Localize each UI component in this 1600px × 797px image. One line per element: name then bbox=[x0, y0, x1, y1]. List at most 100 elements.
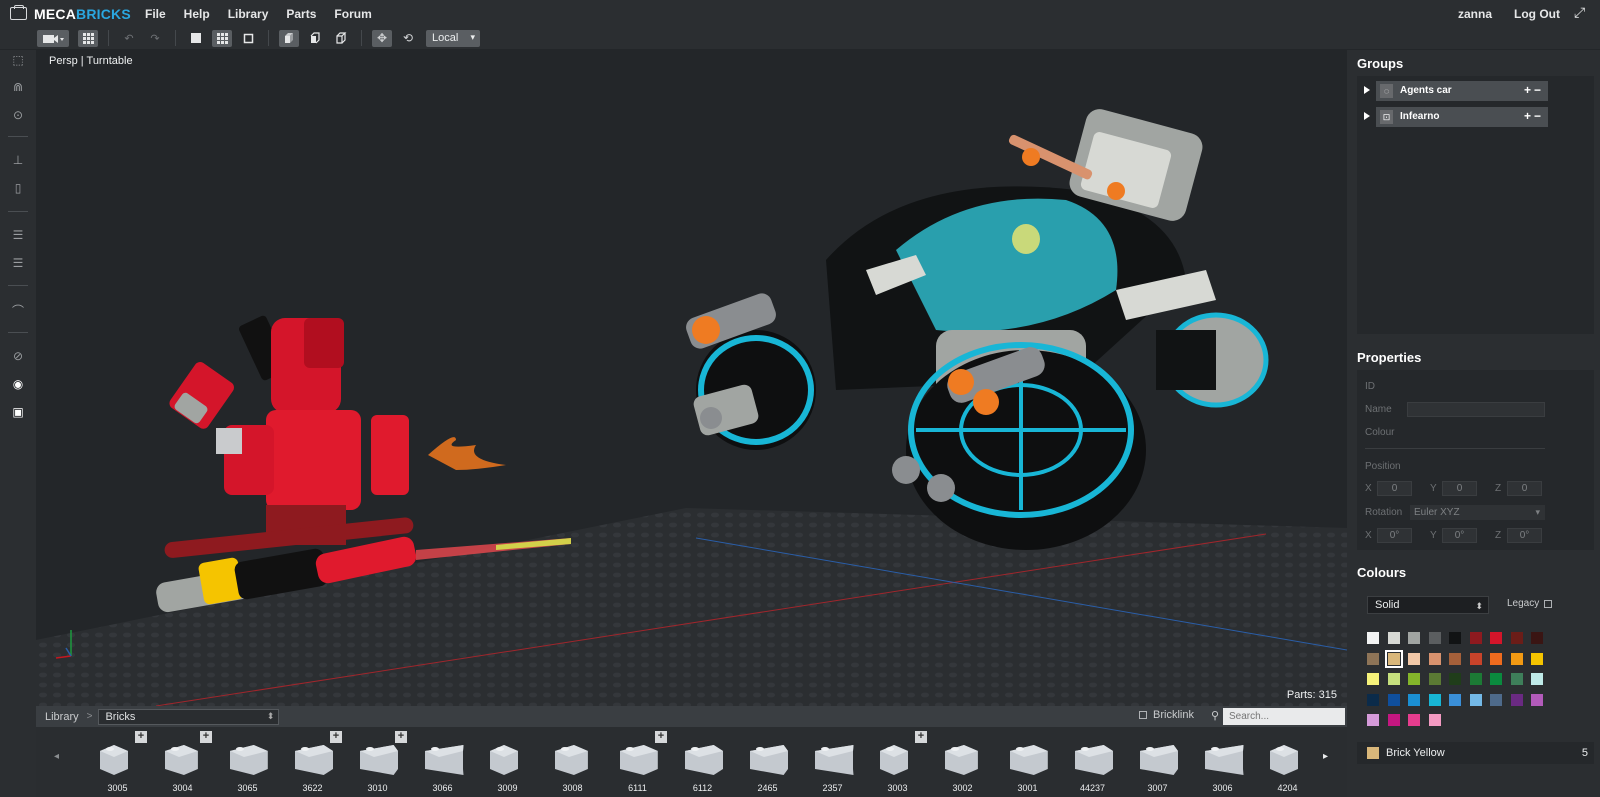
menu-forum[interactable]: Forum bbox=[334, 7, 371, 21]
colour-swatch[interactable] bbox=[1367, 714, 1379, 726]
grid-view-button[interactable] bbox=[78, 29, 98, 47]
brick-item[interactable]: 2465 bbox=[736, 729, 799, 795]
logout-link[interactable]: Log Out bbox=[1514, 7, 1560, 21]
colour-swatch[interactable] bbox=[1510, 673, 1523, 685]
brick-variants-plus-icon[interactable]: + bbox=[135, 731, 147, 743]
library-breadcrumb[interactable]: Library bbox=[45, 711, 79, 723]
flat-view-button[interactable] bbox=[305, 30, 325, 47]
fullscreen-icon[interactable] bbox=[1574, 4, 1586, 21]
colour-swatch[interactable] bbox=[1469, 693, 1482, 706]
brick-item[interactable]: 3008 bbox=[541, 729, 604, 795]
camera-menu-button[interactable] bbox=[37, 29, 69, 47]
brick-item[interactable]: 44237 bbox=[1061, 729, 1124, 795]
colour-swatch[interactable] bbox=[1367, 652, 1379, 665]
logo[interactable]: MECA BRICKS bbox=[10, 5, 145, 22]
colour-swatch[interactable] bbox=[1387, 714, 1400, 726]
name-field[interactable] bbox=[1407, 402, 1545, 417]
select-solid-button[interactable] bbox=[186, 30, 206, 47]
colour-swatch[interactable] bbox=[1531, 632, 1543, 644]
colour-swatch[interactable] bbox=[1428, 693, 1441, 706]
colour-swatch[interactable] bbox=[1469, 652, 1482, 665]
colour-swatch[interactable] bbox=[1408, 693, 1420, 706]
eye-icon[interactable]: ◉ bbox=[8, 377, 28, 393]
colour-swatch[interactable] bbox=[1408, 632, 1420, 644]
expand-arrow-icon[interactable] bbox=[1364, 112, 1370, 120]
stamp-icon[interactable]: ⊥ bbox=[8, 153, 28, 169]
menu-parts[interactable]: Parts bbox=[286, 7, 316, 21]
brick-variants-plus-icon[interactable]: + bbox=[395, 731, 407, 743]
rotation-y-input[interactable]: 0° bbox=[1442, 528, 1477, 543]
lock-icon[interactable]: ⊡ bbox=[1380, 110, 1393, 124]
colour-swatch[interactable] bbox=[1367, 693, 1379, 706]
rotation-x-input[interactable]: 0° bbox=[1377, 528, 1412, 543]
brick-item[interactable]: 3010 + bbox=[346, 729, 409, 795]
transform-space-select[interactable]: Local bbox=[426, 29, 480, 47]
brick-variants-plus-icon[interactable]: + bbox=[330, 731, 342, 743]
library-search-input[interactable] bbox=[1223, 708, 1345, 725]
camera-mode-label[interactable]: Persp | Turntable bbox=[49, 55, 133, 67]
colour-swatch[interactable] bbox=[1449, 652, 1461, 665]
bricklink-toggle[interactable]: Bricklink bbox=[1139, 709, 1194, 721]
rotation-z-input[interactable]: 0° bbox=[1507, 528, 1542, 543]
colour-swatch[interactable] bbox=[1449, 673, 1461, 685]
group-bar[interactable]: ⊡ Infearno +− bbox=[1376, 107, 1548, 127]
colour-swatch[interactable] bbox=[1384, 649, 1403, 668]
3d-viewport[interactable]: Persp | Turntable Parts: 315 bbox=[36, 50, 1347, 706]
select-grid-button[interactable] bbox=[212, 29, 232, 47]
wireframe-view-button[interactable] bbox=[331, 30, 351, 47]
next-page-icon[interactable]: ▸ bbox=[1323, 751, 1328, 762]
move-tool-button[interactable]: ✥ bbox=[372, 29, 392, 47]
brick-item[interactable]: 3002 bbox=[931, 729, 994, 795]
unlock-icon[interactable]: ◌ bbox=[1380, 84, 1393, 98]
brick-item[interactable]: 6111 + bbox=[606, 729, 669, 795]
pivot-icon[interactable]: ⊙ bbox=[8, 108, 28, 124]
colour-swatch[interactable] bbox=[1449, 693, 1461, 706]
position-y-input[interactable]: 0 bbox=[1442, 481, 1477, 496]
menu-library[interactable]: Library bbox=[228, 7, 269, 21]
colour-swatch[interactable] bbox=[1367, 673, 1379, 685]
colour-swatch[interactable] bbox=[1428, 673, 1441, 685]
rotate-tool-button[interactable]: ⟲ bbox=[398, 30, 418, 47]
position-x-input[interactable]: 0 bbox=[1377, 481, 1412, 496]
menu-file[interactable]: File bbox=[145, 7, 166, 21]
colour-swatch[interactable] bbox=[1428, 632, 1441, 644]
colour-swatch[interactable] bbox=[1408, 652, 1420, 665]
colour-swatch[interactable] bbox=[1510, 652, 1523, 665]
bounding-box-button[interactable] bbox=[238, 30, 258, 47]
username-link[interactable]: zanna bbox=[1458, 7, 1492, 21]
hide-eye-icon[interactable]: ⊘ bbox=[8, 349, 28, 365]
previous-page-icon[interactable]: ◂ bbox=[54, 751, 59, 762]
colour-swatch[interactable] bbox=[1408, 714, 1420, 726]
expand-arrow-icon[interactable] bbox=[1364, 86, 1370, 94]
brick-item[interactable]: 3066 bbox=[411, 729, 474, 795]
magnet-icon[interactable]: ⋒ bbox=[8, 80, 28, 96]
legacy-toggle[interactable]: Legacy bbox=[1507, 598, 1553, 609]
flex-curve-icon[interactable]: ⌒ bbox=[8, 302, 28, 318]
brick-item[interactable]: 3006 bbox=[1191, 729, 1254, 795]
brick-variants-plus-icon[interactable]: + bbox=[200, 731, 212, 743]
brick-variants-plus-icon[interactable]: + bbox=[655, 731, 667, 743]
colour-swatch[interactable] bbox=[1408, 673, 1420, 685]
colour-swatch[interactable] bbox=[1469, 673, 1482, 685]
trash-icon[interactable]: ▯ bbox=[8, 181, 28, 197]
brick-item[interactable]: 3009 bbox=[476, 729, 539, 795]
bricklink-checkbox[interactable] bbox=[1139, 711, 1148, 719]
undo-button[interactable]: ↶ bbox=[119, 30, 139, 47]
colour-swatch[interactable] bbox=[1428, 714, 1441, 726]
brick-item[interactable]: 3005 + bbox=[86, 729, 149, 795]
colour-swatch[interactable] bbox=[1449, 632, 1461, 644]
brick-item[interactable]: 3001 bbox=[996, 729, 1059, 795]
group-bar[interactable]: ◌ Agents car +− bbox=[1376, 81, 1548, 101]
group-row-agents-car[interactable]: ◌ Agents car +− bbox=[1357, 81, 1594, 101]
colour-swatch[interactable] bbox=[1490, 632, 1502, 644]
colour-swatch[interactable] bbox=[1490, 652, 1502, 665]
colour-swatch[interactable] bbox=[1469, 632, 1482, 644]
shaded-view-button[interactable] bbox=[279, 29, 299, 47]
colour-type-select[interactable]: Solid bbox=[1367, 596, 1489, 614]
colour-swatch[interactable] bbox=[1387, 693, 1400, 706]
brick-item[interactable]: 2357 bbox=[801, 729, 864, 795]
colour-swatch[interactable] bbox=[1367, 632, 1379, 644]
marquee-select-icon[interactable]: ⬚ bbox=[8, 53, 28, 69]
align-bottom-icon[interactable]: ☰ bbox=[8, 228, 28, 244]
group-add-remove-icons[interactable]: +− bbox=[1524, 83, 1544, 97]
